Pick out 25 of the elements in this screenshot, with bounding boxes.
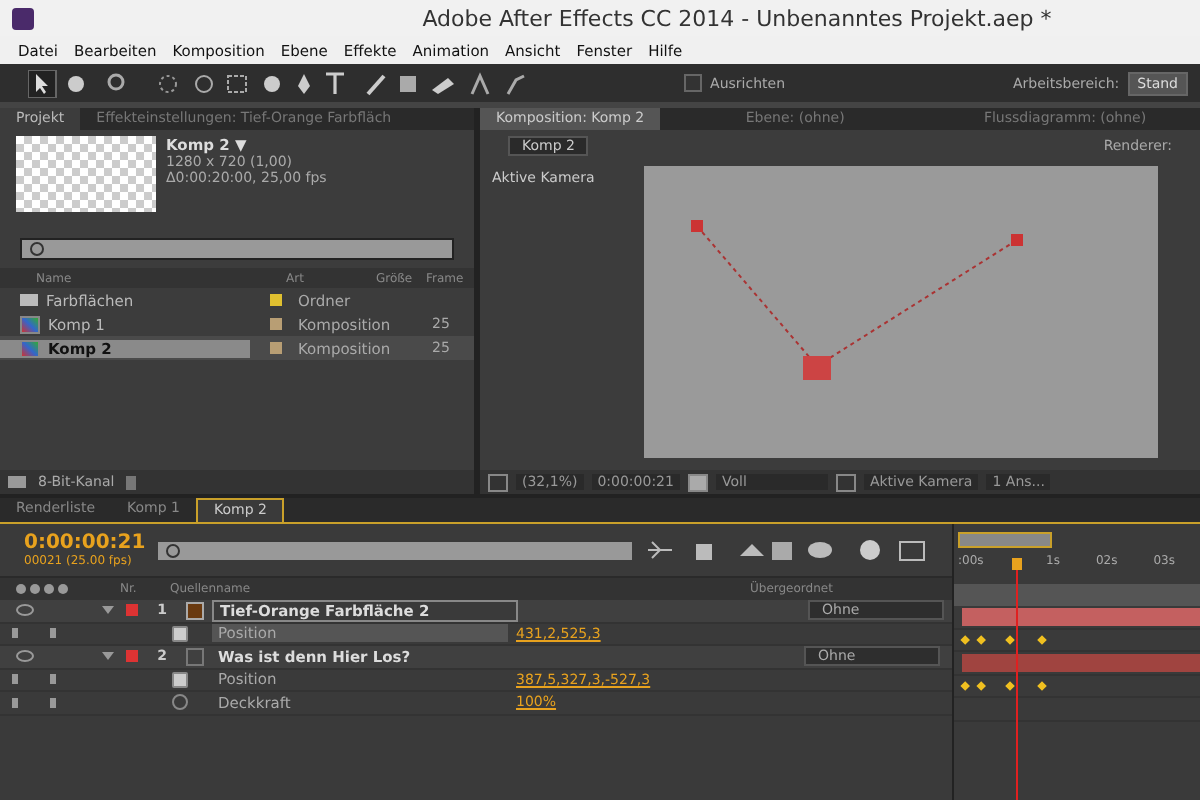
visibility-icon[interactable] (16, 604, 34, 617)
stopwatch-icon[interactable] (172, 625, 188, 642)
twirl-icon[interactable] (102, 652, 114, 661)
search-icon (165, 543, 180, 557)
window-title: Adobe After Effects CC 2014 - Unbenanntes Projekt.aep * (420, 5, 1054, 31)
checkerboard-thumbnail (16, 136, 156, 212)
folder-icon (20, 294, 38, 306)
timecode[interactable]: 0:00:00:21 (24, 532, 146, 554)
switch-icons-drawing (16, 584, 68, 594)
search-field[interactable] (20, 238, 454, 260)
visibility-icon[interactable] (16, 650, 34, 663)
text-layer-icon (186, 647, 204, 666)
stopwatch-icon[interactable] (172, 694, 188, 711)
tool-icons-drawing[interactable] (28, 69, 528, 97)
solid-icon (186, 601, 204, 620)
label-swatch (126, 650, 138, 663)
stopwatch-icon[interactable] (172, 671, 188, 688)
playhead-handle[interactable] (1012, 558, 1022, 570)
search-field[interactable] (157, 541, 632, 559)
layer-duration-bar[interactable] (962, 607, 1200, 626)
snap-checkbox[interactable] (684, 74, 703, 92)
label-swatch (126, 604, 138, 617)
search-icon (30, 242, 44, 256)
twirl-icon[interactable] (102, 606, 114, 615)
app-logo-icon (12, 7, 34, 29)
